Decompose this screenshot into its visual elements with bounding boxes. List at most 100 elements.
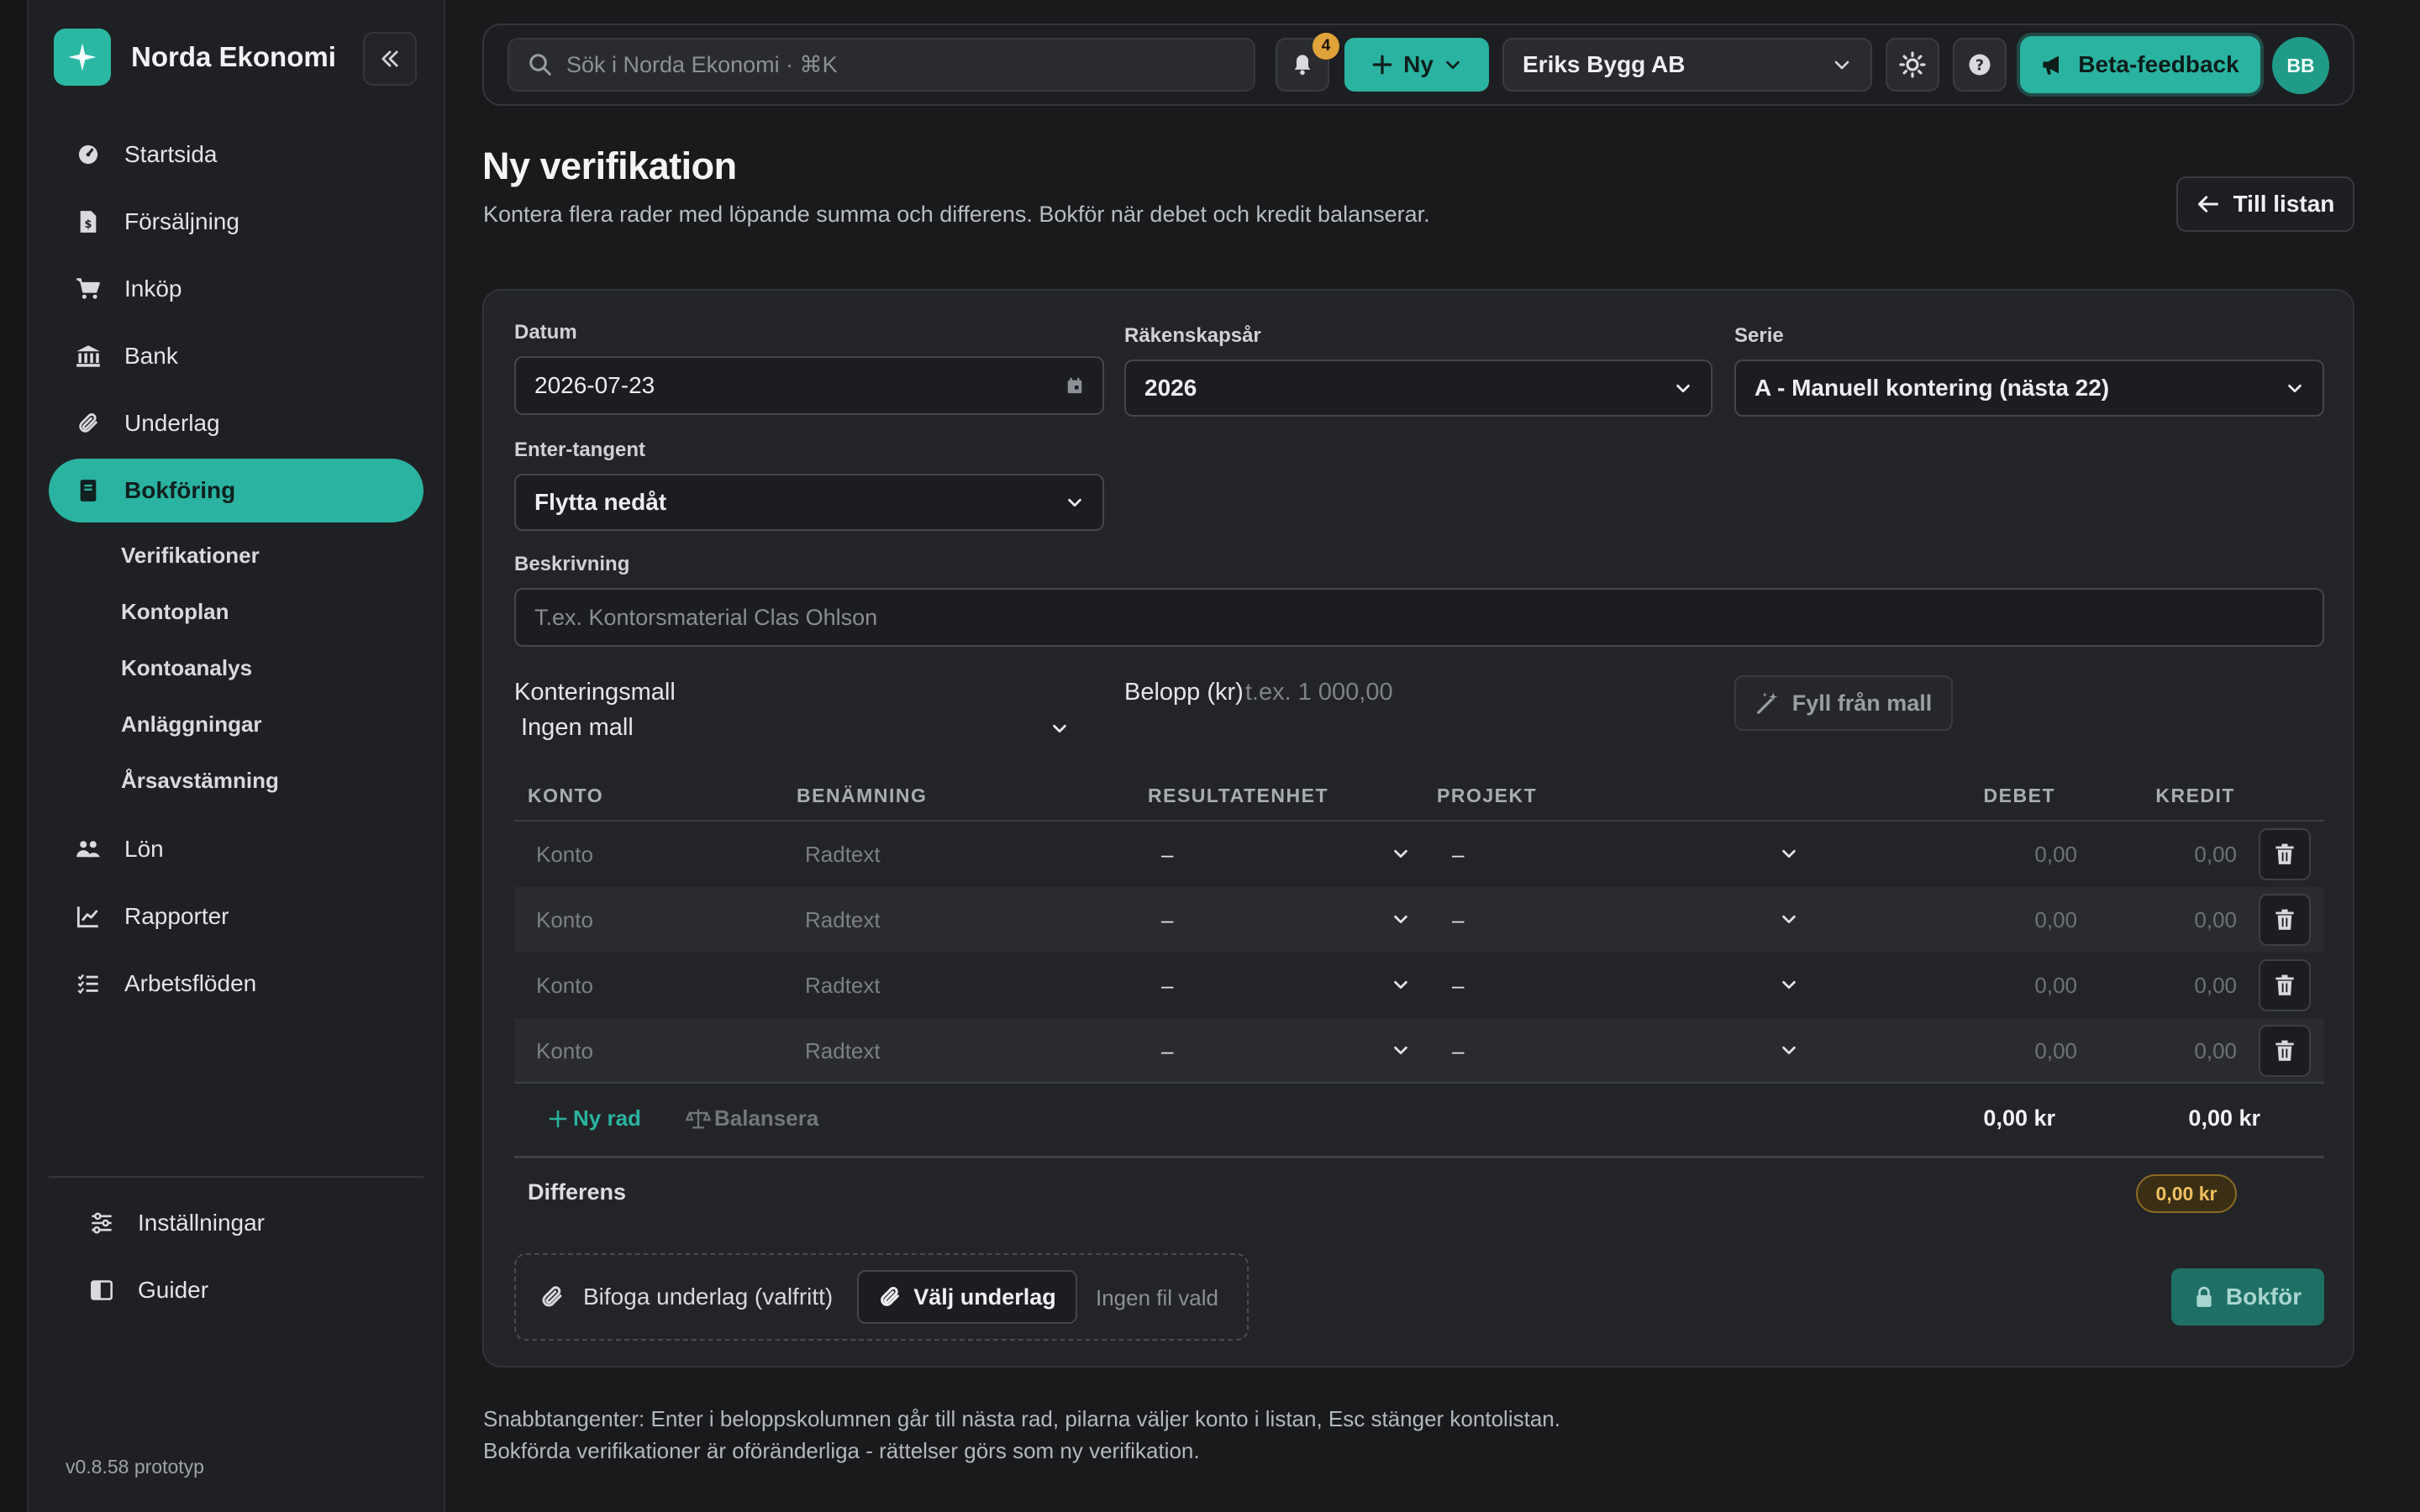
col-header-projekt[interactable]: PROJEKT xyxy=(1437,785,1537,807)
svg-text:$: $ xyxy=(85,218,92,231)
nav-label: Startsida xyxy=(124,141,218,167)
col-header-konto[interactable]: KONTO xyxy=(528,785,603,807)
enter-key-label: Enter-tangent xyxy=(514,438,645,461)
account-input[interactable]: Konto xyxy=(536,822,788,887)
description-input[interactable]: T.ex. Kontorsmaterial Clas Ohlson xyxy=(514,588,2324,647)
nav-bank[interactable]: Bank xyxy=(49,324,424,388)
page-subtitle: Kontera flera rader med löpande summa oc… xyxy=(483,202,1430,227)
user-avatar[interactable]: BB xyxy=(2272,37,2329,94)
result-unit-select[interactable]: – xyxy=(1161,887,1422,953)
company-name: Eriks Bygg AB xyxy=(1523,51,1686,77)
row-text-input[interactable]: Radtext xyxy=(805,953,1124,1018)
sun-icon xyxy=(1899,51,1926,78)
result-unit-select[interactable]: – xyxy=(1161,953,1422,1018)
subnav-anlaggningar[interactable]: Anläggningar xyxy=(121,696,424,753)
brand-name: Norda Ekonomi xyxy=(131,41,336,72)
fiscal-year-value: 2026 xyxy=(1144,375,1197,401)
amount-field[interactable]: Belopp (kr) t.ex. 1 000,00 xyxy=(1124,679,1393,706)
debit-input[interactable]: 0,00 xyxy=(1934,822,2077,887)
col-header-debet[interactable]: DEBET xyxy=(1949,785,2055,807)
row-text-input[interactable]: Radtext xyxy=(805,822,1124,887)
col-header-benamning[interactable]: BENÄMNING xyxy=(797,785,927,807)
choose-attachment-button[interactable]: Välj underlag xyxy=(857,1270,1077,1324)
series-label: Serie xyxy=(1734,324,1784,347)
total-debit: 0,00 kr xyxy=(1983,1105,2055,1131)
back-to-list-button[interactable]: Till listan xyxy=(2176,176,2354,232)
collapse-sidebar-button[interactable] xyxy=(363,32,417,86)
book-icon xyxy=(76,478,101,503)
fiscal-year-select[interactable]: 2026 xyxy=(1124,360,1712,417)
brand[interactable]: Norda Ekonomi xyxy=(54,29,336,86)
amount-label: Belopp (kr) xyxy=(1124,679,1244,706)
row-text-input[interactable]: Radtext xyxy=(805,1018,1124,1084)
attachment-dropzone[interactable]: Bifoga underlag (valfritt) Välj underlag… xyxy=(514,1253,1249,1341)
account-input[interactable]: Konto xyxy=(536,953,788,1018)
row-text-input[interactable]: Radtext xyxy=(805,887,1124,953)
shortcut-hint: Snabbtangenter: Enter i beloppskolumnen … xyxy=(483,1406,1560,1431)
balance-button[interactable]: Balansera xyxy=(686,1105,818,1131)
help-button[interactable]: ? xyxy=(1953,38,2007,92)
beta-feedback-button[interactable]: Beta-feedback xyxy=(2020,36,2260,93)
series-select[interactable]: A - Manuell kontering (nästa 22) xyxy=(1734,360,2324,417)
new-button[interactable]: Ny xyxy=(1344,38,1489,92)
company-selector[interactable]: Eriks Bygg AB xyxy=(1502,38,1872,92)
nav-label: Inköp xyxy=(124,276,182,302)
calendar-icon xyxy=(1067,377,1082,394)
result-unit-select[interactable]: – xyxy=(1161,1018,1422,1084)
nav-bokforing[interactable]: Bokföring xyxy=(49,459,424,522)
template-label: Konteringsmall xyxy=(514,679,676,706)
result-unit-select[interactable]: – xyxy=(1161,822,1422,887)
col-header-kredit[interactable]: KREDIT xyxy=(2114,785,2235,807)
description-label: Beskrivning xyxy=(514,553,630,575)
date-field[interactable]: 2026-07-23 xyxy=(514,356,1104,415)
scale-icon xyxy=(686,1108,711,1129)
search-input[interactable]: Sök i Norda Ekonomi · ⌘K xyxy=(508,38,1255,92)
trash-icon xyxy=(2275,909,2294,930)
template-select[interactable]: Ingen mall xyxy=(521,714,1069,742)
checklist-icon xyxy=(76,971,101,996)
result-unit-value: – xyxy=(1161,1037,1174,1063)
nav-underlag[interactable]: Underlag xyxy=(49,391,424,455)
nav-inkop[interactable]: Inköp xyxy=(49,257,424,321)
project-select[interactable]: – xyxy=(1452,887,1805,953)
delete-row-button[interactable] xyxy=(2259,1025,2311,1077)
theme-toggle-button[interactable] xyxy=(1886,38,1939,92)
fill-from-template-button[interactable]: Fyll från mall xyxy=(1734,675,1953,731)
subnav-kontoplan[interactable]: Kontoplan xyxy=(121,584,424,640)
nav-arbetsfloden[interactable]: Arbetsflöden xyxy=(49,952,424,1016)
chevron-down-icon xyxy=(1782,980,1796,990)
debit-input[interactable]: 0,00 xyxy=(1934,887,2077,953)
chevron-down-icon xyxy=(1394,915,1407,924)
project-select[interactable]: – xyxy=(1452,822,1805,887)
notifications-button[interactable]: 4 xyxy=(1276,33,1339,92)
add-row-button[interactable]: Ny rad xyxy=(548,1105,641,1131)
nav-label: Guider xyxy=(138,1277,209,1303)
nav-startsida[interactable]: Startsida xyxy=(49,123,424,186)
lock-icon xyxy=(2196,1286,2212,1307)
nav-rapporter[interactable]: Rapporter xyxy=(49,885,424,948)
nav-forsaljning[interactable]: $ Försäljning xyxy=(49,190,424,254)
paperclip-icon xyxy=(76,411,101,436)
account-input[interactable]: Konto xyxy=(536,887,788,953)
chevron-down-icon xyxy=(1394,1046,1407,1055)
delete-row-button[interactable] xyxy=(2259,828,2311,880)
delete-row-button[interactable] xyxy=(2259,959,2311,1011)
delete-row-button[interactable] xyxy=(2259,894,2311,946)
table-row: Konto Radtext – – 0,00 0,00 xyxy=(514,887,2324,953)
nav-lon[interactable]: Lön xyxy=(49,817,424,881)
subnav-verifikationer[interactable]: Verifikationer xyxy=(121,528,424,584)
subnav-kontoanalys[interactable]: Kontoanalys xyxy=(121,640,424,696)
project-select[interactable]: – xyxy=(1452,953,1805,1018)
post-button[interactable]: Bokför xyxy=(2171,1268,2324,1326)
enter-key-select[interactable]: Flytta nedåt xyxy=(514,474,1104,531)
nav-installningar[interactable]: Inställningar xyxy=(49,1191,424,1255)
col-header-resultatenhet[interactable]: RESULTATENHET xyxy=(1148,785,1328,807)
debit-input[interactable]: 0,00 xyxy=(1934,953,2077,1018)
account-input[interactable]: Konto xyxy=(536,1018,788,1084)
project-select[interactable]: – xyxy=(1452,1018,1805,1084)
debit-input[interactable]: 0,00 xyxy=(1934,1018,2077,1084)
subnav-arsavstamning[interactable]: Årsavstämning xyxy=(121,753,424,809)
nav-guider[interactable]: Guider xyxy=(49,1258,424,1322)
chevron-down-icon xyxy=(1782,915,1796,924)
double-chevron-left-icon xyxy=(381,50,398,67)
